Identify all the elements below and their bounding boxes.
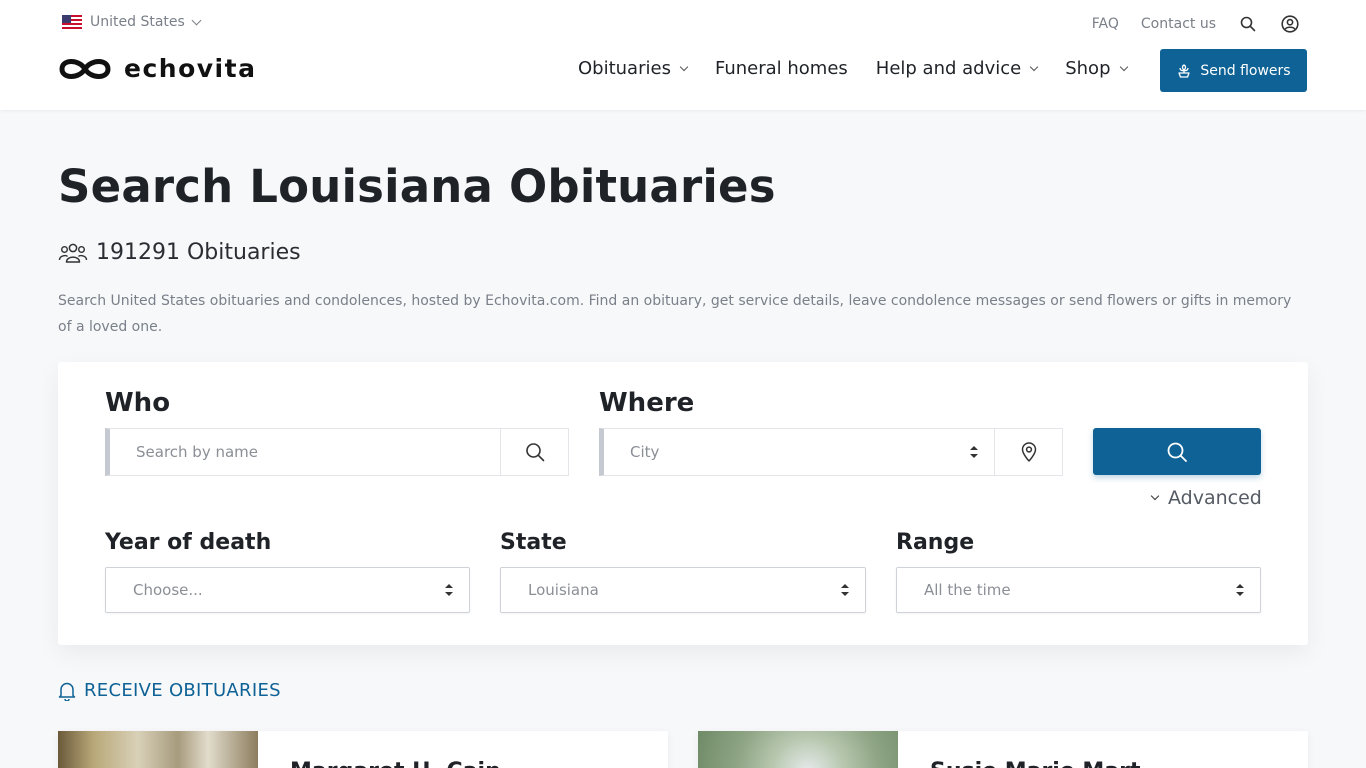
country-label: United States <box>90 14 185 30</box>
chevron-down-icon <box>1119 62 1128 71</box>
year-of-death-select[interactable]: Choose... <box>105 567 470 613</box>
top-links: FAQ Contact us <box>1092 14 1300 34</box>
map-pin-icon <box>1021 442 1036 462</box>
where-label: Where <box>599 388 695 418</box>
infinity-logo-icon <box>59 58 111 79</box>
faq-link[interactable]: FAQ <box>1092 16 1119 32</box>
state-select-value: Louisiana <box>528 581 599 599</box>
people-group-icon <box>58 243 88 263</box>
receive-obituaries-link[interactable]: RECEIVE OBITUARIES <box>58 680 281 701</box>
country-selector[interactable]: United States <box>62 14 202 30</box>
search-icon <box>1167 442 1187 462</box>
name-search-group <box>105 428 569 476</box>
select-arrows-icon <box>841 584 849 596</box>
select-arrows-icon <box>445 584 453 596</box>
main-nav: Obituaries Funeral homes Help and advice… <box>578 58 1128 79</box>
us-flag-icon <box>62 15 82 29</box>
obituary-count-text: 191291 Obituaries <box>96 240 301 265</box>
site-header: United States echovita FAQ Contact us Ob… <box>0 0 1366 110</box>
chevron-down-icon <box>679 62 689 71</box>
obituary-name: Susie Marie Mart <box>930 759 1141 768</box>
obituary-photo <box>698 731 898 768</box>
range-select[interactable]: All the time <box>896 567 1261 613</box>
send-flowers-label: Send flowers <box>1200 62 1291 79</box>
receive-obituaries-label: RECEIVE OBITUARIES <box>84 680 281 701</box>
nav-funeral-homes[interactable]: Funeral homes <box>715 58 848 79</box>
year-select-value: Choose... <box>133 581 203 599</box>
flower-icon <box>1178 63 1191 78</box>
nav-label: Help and advice <box>875 58 1022 79</box>
nav-help-and-advice[interactable]: Help and advice <box>875 58 1039 79</box>
chevron-down-icon <box>1029 62 1039 71</box>
contact-link[interactable]: Contact us <box>1141 16 1216 32</box>
obituary-card[interactable]: Margaret H. Cain <box>58 731 668 768</box>
nav-label: Shop <box>1065 58 1111 79</box>
select-arrows-icon <box>1236 584 1244 596</box>
chevron-down-icon <box>1150 491 1160 501</box>
range-select-value: All the time <box>924 581 1011 599</box>
obituary-count: 191291 Obituaries <box>58 240 301 265</box>
obituary-photo <box>58 731 258 768</box>
search-submit-button[interactable] <box>1093 428 1261 475</box>
name-search-addon[interactable] <box>500 429 568 475</box>
locate-me-button[interactable] <box>994 429 1062 475</box>
obituary-card[interactable]: Susie Marie Mart <box>698 731 1308 768</box>
select-arrows-icon <box>970 446 978 458</box>
page-description: Search United States obituaries and cond… <box>58 293 1292 335</box>
name-search-input[interactable] <box>110 429 500 475</box>
search-card: Who Where City Advanced Year of death Ch… <box>58 362 1308 645</box>
city-select[interactable]: City <box>604 429 994 475</box>
city-select-value: City <box>630 443 660 461</box>
bell-icon <box>58 682 76 701</box>
nav-shop[interactable]: Shop <box>1065 58 1128 79</box>
year-of-death-label: Year of death <box>105 530 272 555</box>
search-icon[interactable] <box>1238 14 1258 34</box>
logo-text: echovita <box>124 54 257 83</box>
obituary-name: Margaret H. Cain <box>290 759 501 768</box>
user-account-icon[interactable] <box>1280 14 1300 34</box>
state-label: State <box>500 530 567 555</box>
send-flowers-button[interactable]: Send flowers <box>1160 49 1307 92</box>
state-select[interactable]: Louisiana <box>500 567 866 613</box>
who-label: Who <box>105 388 171 418</box>
logo[interactable]: echovita <box>58 54 256 83</box>
search-icon <box>525 443 544 462</box>
nav-obituaries[interactable]: Obituaries <box>578 58 689 79</box>
advanced-label: Advanced <box>1168 487 1262 509</box>
range-label: Range <box>896 530 975 555</box>
advanced-toggle[interactable]: Advanced <box>1150 487 1262 509</box>
nav-label: Obituaries <box>578 58 671 79</box>
page-title: Search Louisiana Obituaries <box>58 160 776 213</box>
nav-label: Funeral homes <box>714 58 848 79</box>
chevron-down-icon <box>191 15 202 25</box>
city-select-group: City <box>599 428 1063 476</box>
